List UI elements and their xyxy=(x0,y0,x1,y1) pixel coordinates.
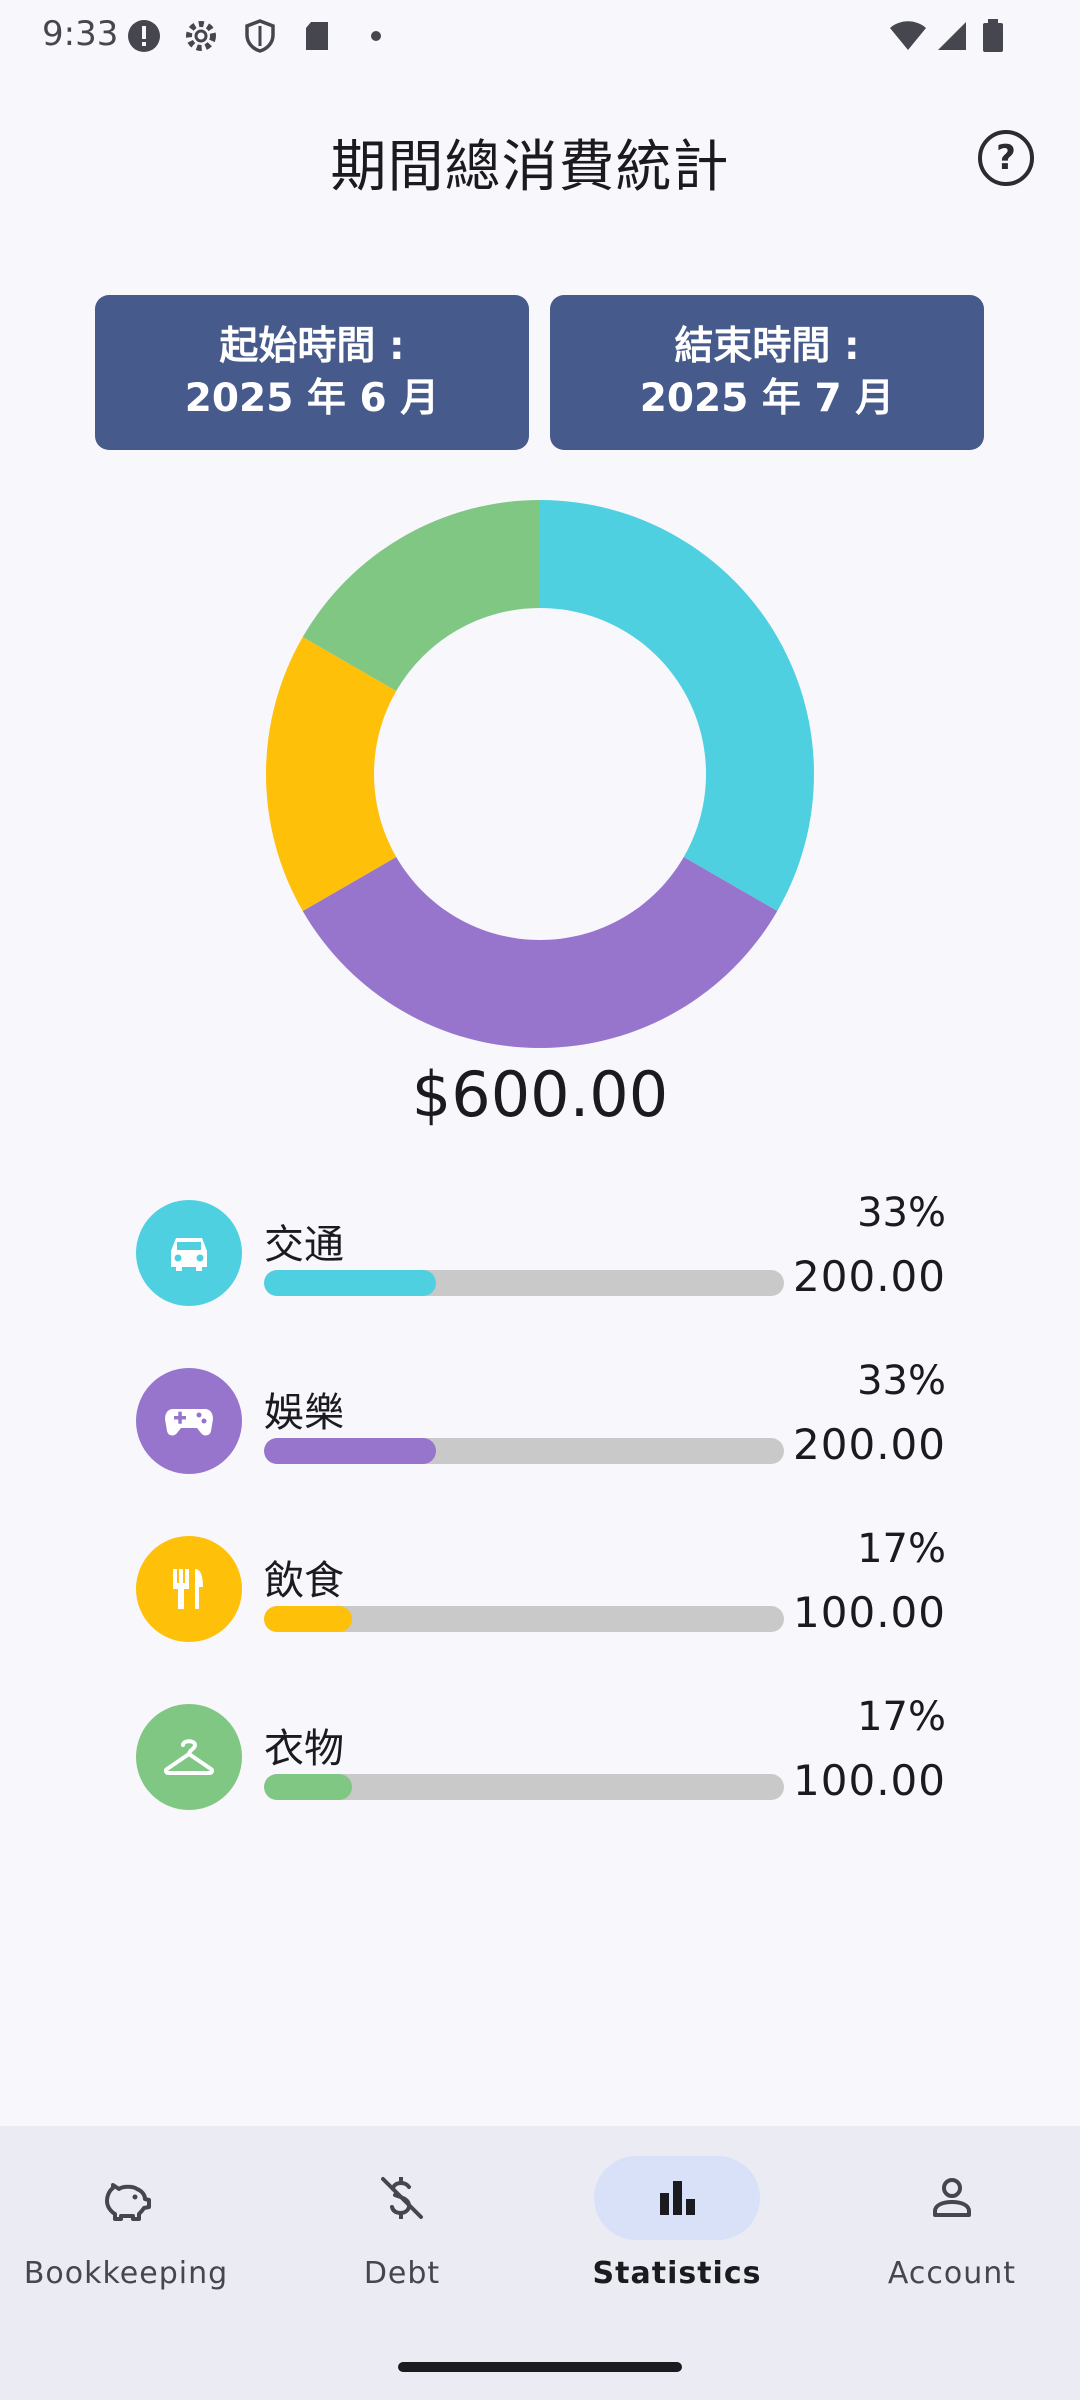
end-date-button[interactable]: 結束時間 : 2025 年 7 月 xyxy=(550,295,984,450)
home-indicator xyxy=(398,2362,682,2372)
shield-icon xyxy=(245,19,275,53)
category-row-clothing[interactable]: 衣物 17% 100.00 xyxy=(136,1694,946,1814)
category-amount: 100.00 xyxy=(793,1588,946,1637)
category-progress-track xyxy=(264,1438,784,1464)
start-date-label: 起始時間 : xyxy=(219,323,405,369)
category-progress-fill xyxy=(264,1438,436,1464)
category-progress-track xyxy=(264,1606,784,1632)
donut-slice-2 xyxy=(302,857,778,1048)
hanger-icon xyxy=(163,1739,215,1775)
settings-icon xyxy=(186,21,216,51)
category-amount: 200.00 xyxy=(793,1420,946,1469)
start-date-value: 2025 年 6 月 xyxy=(184,375,440,421)
nav-pill-active xyxy=(594,2156,760,2240)
category-row-transport[interactable]: 交通 33% 200.00 xyxy=(136,1190,946,1310)
category-icon-bg xyxy=(136,1368,242,1474)
bottom-navigation: Bookkeeping Debt Statistics Account xyxy=(0,2126,1080,2400)
nav-item-bookkeeping[interactable]: Bookkeeping xyxy=(0,2156,256,2306)
sd-card-icon xyxy=(306,22,328,50)
nav-pill xyxy=(869,2156,1035,2240)
help-circle-icon: ? xyxy=(996,138,1016,178)
nav-label: Bookkeeping xyxy=(23,2256,229,2291)
start-date-button[interactable]: 起始時間 : 2025 年 6 月 xyxy=(95,295,529,450)
status-bar: 9:33 xyxy=(0,0,1080,74)
category-progress-fill xyxy=(264,1606,353,1632)
wifi-icon xyxy=(890,21,926,50)
nav-label: Debt xyxy=(363,2256,441,2291)
nav-pill xyxy=(43,2156,209,2240)
battery-icon xyxy=(983,19,1003,52)
category-progress-fill xyxy=(264,1774,353,1800)
alert-icon xyxy=(128,20,160,52)
category-row-food[interactable]: 飲食 17% 100.00 xyxy=(136,1526,946,1646)
end-date-label: 結束時間 : xyxy=(674,323,860,369)
money-off-icon xyxy=(381,2177,423,2219)
category-percent: 17% xyxy=(857,1694,946,1740)
category-percent: 33% xyxy=(857,1358,946,1404)
nav-pill xyxy=(319,2156,485,2240)
category-icon-bg xyxy=(136,1200,242,1306)
total-amount: $600.00 xyxy=(411,1058,669,1131)
category-amount: 200.00 xyxy=(793,1252,946,1301)
piggy-bank-icon xyxy=(105,2183,151,2221)
category-percent: 17% xyxy=(857,1526,946,1572)
page-title: 期間總消費統計 xyxy=(330,135,730,200)
nav-label: Statistics xyxy=(592,2256,762,2291)
dot-icon xyxy=(371,31,381,41)
category-icon-bg xyxy=(136,1536,242,1642)
category-amount: 100.00 xyxy=(793,1756,946,1805)
signal-icon xyxy=(938,22,966,50)
category-percent: 33% xyxy=(857,1190,946,1236)
person-icon xyxy=(933,2178,971,2217)
category-progress-track xyxy=(264,1270,784,1296)
car-icon xyxy=(171,1238,207,1271)
category-name: 娛樂 xyxy=(264,1390,344,1436)
category-icon-bg xyxy=(136,1704,242,1810)
status-time: 9:33 xyxy=(42,14,119,54)
nav-item-account[interactable]: Account xyxy=(822,2156,1080,2306)
category-progress-fill xyxy=(264,1270,436,1296)
category-row-entertainment[interactable]: 娛樂 33% 200.00 xyxy=(136,1358,946,1478)
end-date-value: 2025 年 7 月 xyxy=(639,375,895,421)
category-name: 飲食 xyxy=(264,1558,344,1604)
nav-label: Account xyxy=(887,2256,1017,2291)
donut-chart xyxy=(266,500,814,1048)
utensils-icon xyxy=(173,1569,203,1609)
category-name: 交通 xyxy=(264,1222,344,1268)
nav-item-statistics[interactable]: Statistics xyxy=(547,2156,807,2306)
gamepad-icon xyxy=(165,1409,213,1436)
donut-slice-1 xyxy=(540,500,814,911)
help-button[interactable]: ? xyxy=(978,130,1034,186)
category-name: 衣物 xyxy=(264,1726,344,1772)
nav-item-debt[interactable]: Debt xyxy=(272,2156,532,2306)
bar-chart-icon xyxy=(660,2181,695,2215)
category-progress-track xyxy=(264,1774,784,1800)
